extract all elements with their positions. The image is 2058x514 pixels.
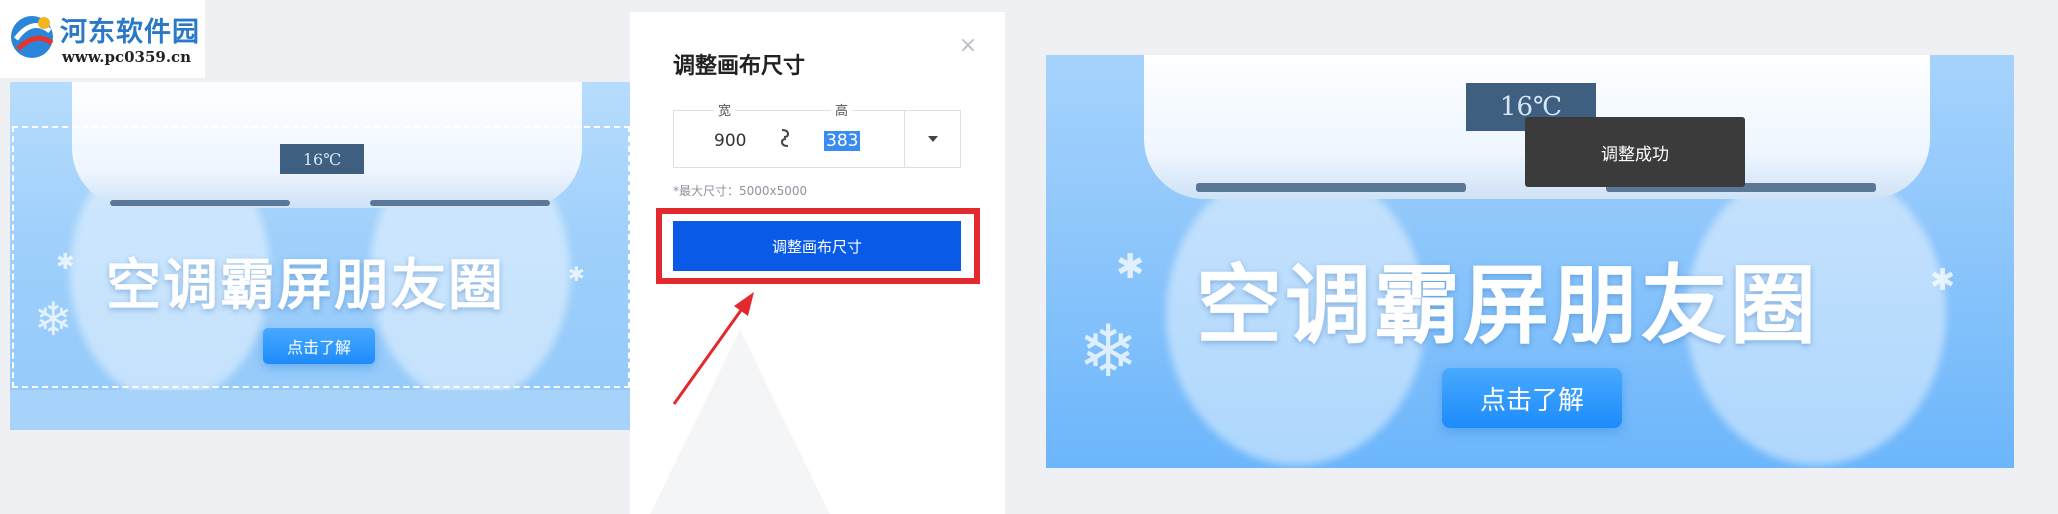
decorative-shadow xyxy=(650,330,830,514)
chevron-down-icon[interactable] xyxy=(928,136,938,142)
width-label: 宽 xyxy=(714,100,736,119)
max-size-hint: *最大尺寸：5000x5000 xyxy=(673,184,808,198)
height-input[interactable]: 383 xyxy=(824,131,861,151)
site-logo-icon xyxy=(11,16,54,58)
site-url: www.pc0359.cn xyxy=(62,48,192,66)
close-icon[interactable]: × xyxy=(958,35,978,57)
selection-outline[interactable] xyxy=(12,126,630,388)
snowflake-icon: ❄ xyxy=(1078,309,1139,393)
success-toast: 调整成功 xyxy=(1525,117,1745,187)
dialog-title: 调整画布尺寸 xyxy=(673,54,806,79)
poster-title: 空调霸屏朋友圈 xyxy=(1196,256,1819,356)
height-label: 高 xyxy=(831,100,853,119)
highlight-frame xyxy=(656,208,980,284)
width-input[interactable]: 900 xyxy=(714,131,746,151)
snowflake-icon: ✱ xyxy=(1930,263,1956,298)
ac-vent xyxy=(1196,183,1466,192)
poster-cta-button[interactable]: 点击了解 xyxy=(1442,368,1622,428)
site-name: 河东软件园 xyxy=(60,17,200,48)
site-watermark: 河东软件园 www.pc0359.cn xyxy=(0,0,205,78)
snowflake-icon: ✱ xyxy=(1116,247,1145,287)
link-ratio-icon[interactable] xyxy=(778,128,792,148)
size-unit-divider xyxy=(904,110,905,168)
canvas-bleed-strip xyxy=(10,390,635,430)
